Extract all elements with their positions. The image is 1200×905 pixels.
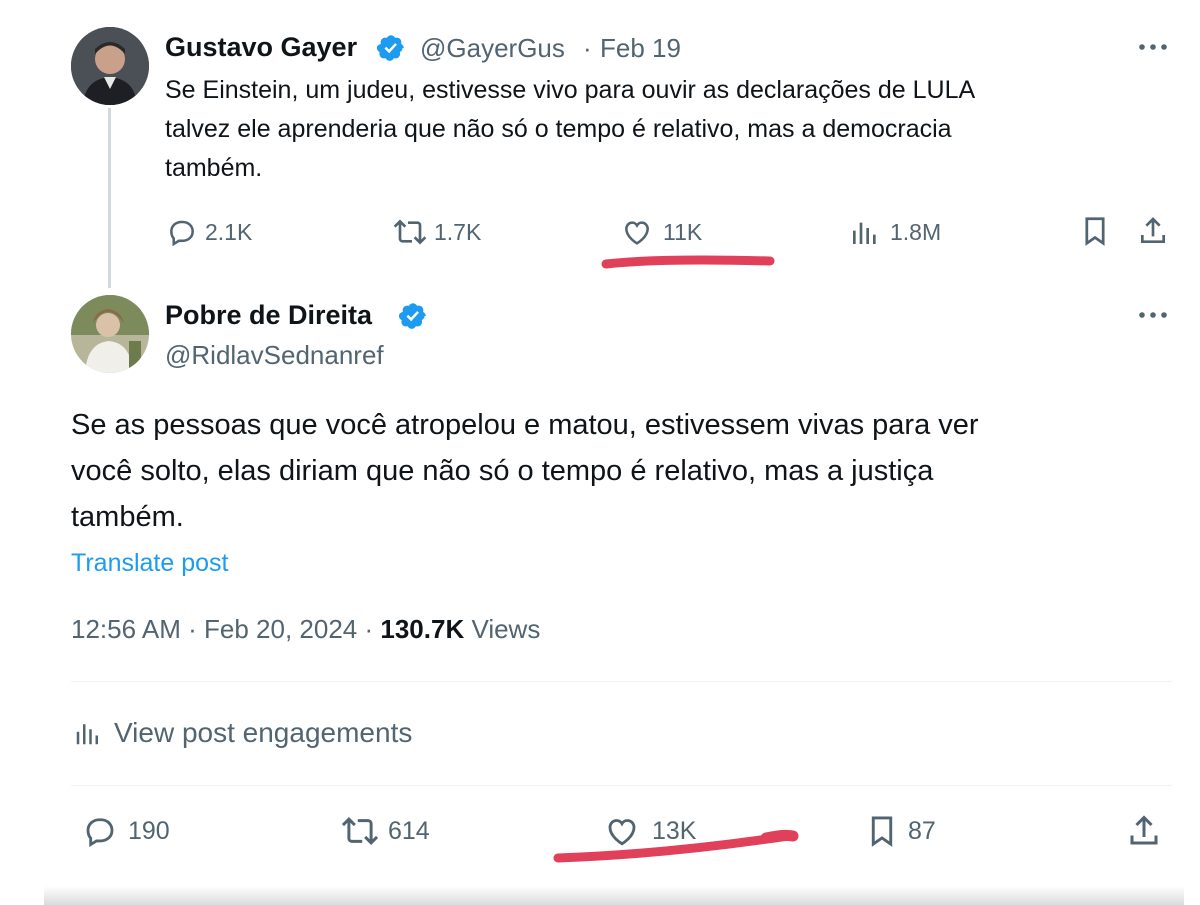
post-text-line: Se as pessoas que você atropelou e matou… xyxy=(71,409,979,441)
meta-separator: · xyxy=(364,614,374,644)
post-text: Se Einstein, um judeu, estivesse vivo pa… xyxy=(165,71,1165,188)
bookmark-icon xyxy=(866,813,898,849)
main-post-text: Se as pessoas que você atropelou e matou… xyxy=(71,402,1171,540)
views-label: Views xyxy=(471,614,541,644)
meta-separator: · xyxy=(583,33,592,63)
divider xyxy=(71,681,1172,682)
like-icon xyxy=(621,216,653,248)
reply-count: 190 xyxy=(128,816,170,845)
engagements-icon xyxy=(74,718,102,748)
reply-icon xyxy=(166,216,198,248)
post-meta: 12:56 AM · Feb 20, 2024 · 130.7K Views xyxy=(71,612,540,646)
annotation-underline xyxy=(553,829,799,863)
avatar-gustavo-gayer[interactable] xyxy=(71,27,149,105)
reply-count: 2.1K xyxy=(205,218,253,245)
repost-icon xyxy=(392,216,428,248)
post-text-line: Se Einstein, um judeu, estivesse vivo pa… xyxy=(165,76,976,104)
verified-badge-icon xyxy=(376,33,406,63)
more-icon[interactable] xyxy=(1138,308,1168,322)
author-name[interactable]: Pobre de Direita xyxy=(165,298,372,332)
views-action[interactable]: 1.8M xyxy=(850,216,941,248)
author-handle[interactable]: @GayerGus xyxy=(420,31,565,65)
repost-icon xyxy=(340,813,380,849)
avatar-pobre-de-direita[interactable] xyxy=(71,295,149,373)
share-icon[interactable] xyxy=(1137,214,1169,248)
views-icon xyxy=(850,216,880,248)
post-text-line: talvez ele aprenderia que não só o tempo… xyxy=(165,115,952,143)
repost-action[interactable]: 1.7K xyxy=(392,216,481,248)
author-name[interactable]: Gustavo Gayer xyxy=(165,30,357,64)
post-text-line: também. xyxy=(165,154,263,182)
post-text-line: também. xyxy=(71,501,184,533)
repost-count: 614 xyxy=(388,816,430,845)
post-date[interactable]: Feb 20, 2024 xyxy=(204,614,357,644)
bookmark-icon[interactable] xyxy=(1080,214,1110,248)
like-count: 11K xyxy=(663,218,703,245)
bottom-edge-shadow xyxy=(44,886,1184,905)
more-icon[interactable] xyxy=(1138,40,1168,54)
post-text-line: você solto, elas diriam que não só o tem… xyxy=(71,455,934,487)
translate-post-link[interactable]: Translate post xyxy=(71,547,228,579)
meta-separator: · xyxy=(188,614,197,644)
reply-action[interactable]: 2.1K xyxy=(166,216,252,248)
repost-action[interactable]: 614 xyxy=(340,814,430,848)
like-action[interactable]: 11K xyxy=(621,216,702,248)
thread-connector-line xyxy=(108,108,111,288)
repost-count: 1.7K xyxy=(434,218,482,245)
verified-badge-icon xyxy=(398,301,428,331)
divider xyxy=(71,785,1172,786)
post-date[interactable]: Feb 19 xyxy=(600,31,681,65)
post-time[interactable]: 12:56 AM xyxy=(71,614,181,644)
bookmark-count: 87 xyxy=(908,816,936,845)
engagements-label: View post engagements xyxy=(114,717,413,748)
reply-action[interactable]: 190 xyxy=(82,814,170,848)
reply-icon xyxy=(82,813,118,849)
view-engagements-link[interactable]: View post engagements xyxy=(74,715,412,751)
bookmark-action[interactable]: 87 xyxy=(866,814,936,848)
views-count: 130.7K xyxy=(380,614,465,644)
author-handle[interactable]: @RidlavSednanref xyxy=(165,338,384,372)
views-count: 1.8M xyxy=(890,218,942,245)
share-icon[interactable] xyxy=(1126,812,1162,850)
annotation-underline xyxy=(601,255,775,269)
